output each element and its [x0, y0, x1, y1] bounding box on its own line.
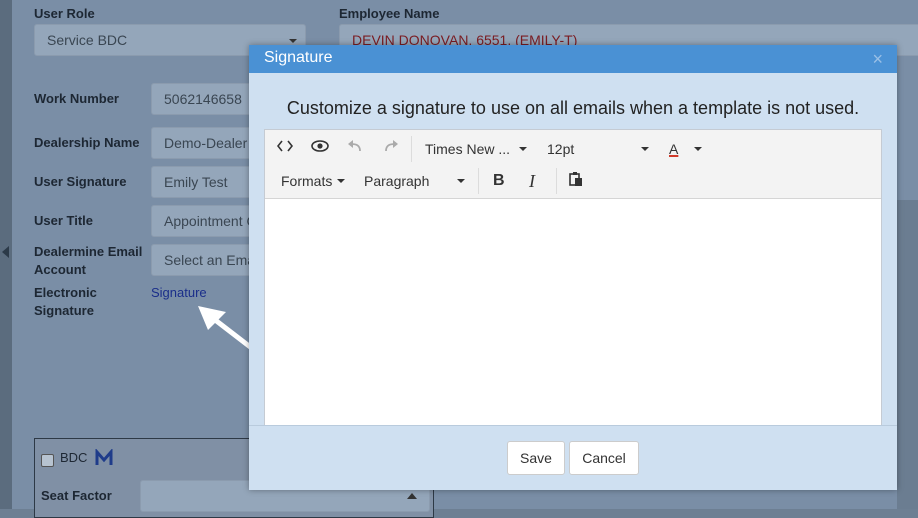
toolbar-separator: [478, 168, 479, 194]
editor-toolbar: Times New ... 12pt A Formats Paragraph B: [265, 130, 881, 199]
dealership-name-label: Dealership Name: [34, 135, 140, 150]
modal-footer-divider: [249, 425, 897, 426]
save-button[interactable]: Save: [507, 441, 565, 475]
user-title-input[interactable]: Appointment C: [151, 205, 261, 237]
paste-icon[interactable]: [566, 171, 586, 193]
user-signature-label: User Signature: [34, 174, 127, 189]
work-number-input[interactable]: 5062146658: [151, 83, 261, 115]
user-signature-value: Emily Test: [164, 174, 228, 190]
rich-text-editor: Times New ... 12pt A Formats Paragraph B: [264, 129, 882, 426]
bdc-checkbox[interactable]: [41, 454, 54, 467]
undo-icon[interactable]: [345, 139, 365, 159]
user-title-label: User Title: [34, 213, 94, 228]
left-collapse-strip[interactable]: [0, 0, 12, 509]
modal-title: Signature: [264, 49, 333, 66]
right-background-panel: [897, 200, 918, 509]
italic-label: I: [529, 171, 535, 191]
modal-message: Customize a signature to use on all emai…: [286, 98, 860, 118]
font-size-value: 12pt: [547, 141, 575, 157]
formats-label: Formats: [281, 173, 333, 189]
signature-link[interactable]: Signature: [151, 285, 207, 300]
work-number-value: 5062146658: [164, 91, 242, 107]
email-account-select[interactable]: Select an Ema: [151, 244, 261, 276]
cancel-button[interactable]: Cancel: [569, 441, 639, 475]
email-account-label-line1: Dealermine Email: [34, 244, 143, 259]
redo-icon[interactable]: [381, 139, 401, 159]
font-family-select[interactable]: Times New ...: [425, 139, 510, 159]
close-icon[interactable]: ×: [872, 49, 883, 69]
user-role-label: User Role: [34, 6, 95, 21]
signature-modal: Signature × Customize a signature to use…: [249, 45, 897, 490]
user-title-value: Appointment C: [164, 213, 257, 229]
formats-menu[interactable]: Formats: [281, 171, 332, 191]
chevron-down-icon: [641, 147, 649, 151]
bold-label: B: [493, 172, 505, 189]
text-color-button[interactable]: A: [669, 139, 678, 159]
chevron-down-icon: [519, 147, 527, 151]
user-signature-input[interactable]: Emily Test: [151, 166, 261, 198]
dealership-name-value: Demo-Dealer: [164, 135, 248, 151]
bold-button[interactable]: B: [493, 171, 505, 191]
code-icon[interactable]: [275, 139, 295, 159]
user-role-value: Service BDC: [47, 32, 128, 48]
editor-content-area[interactable]: [265, 199, 881, 425]
left-arrow-icon[interactable]: [2, 246, 9, 258]
font-size-select[interactable]: 12pt: [547, 139, 574, 159]
bdc-label: BDC: [60, 450, 88, 465]
block-format-value: Paragraph: [364, 173, 430, 189]
chevron-down-icon: [337, 179, 345, 183]
electronic-signature-label-line1: Electronic: [34, 285, 97, 300]
preview-eye-icon[interactable]: [309, 139, 331, 159]
toolbar-separator: [411, 136, 412, 162]
chevron-up-icon: [407, 493, 417, 499]
dealership-name-input[interactable]: Demo-Dealer: [151, 127, 261, 159]
modal-header: Signature ×: [249, 45, 897, 73]
m-logo-icon: [95, 449, 113, 465]
toolbar-separator: [556, 168, 557, 194]
seat-factor-label: Seat Factor: [41, 488, 112, 503]
chevron-down-icon: [457, 179, 465, 183]
italic-button[interactable]: I: [529, 171, 535, 191]
employee-name-label: Employee Name: [339, 6, 440, 21]
electronic-signature-label-line2: Signature: [34, 303, 94, 318]
email-account-label-line2: Account: [34, 262, 86, 277]
font-family-value: Times New ...: [425, 141, 511, 157]
block-format-select[interactable]: Paragraph: [364, 171, 429, 191]
work-number-label: Work Number: [34, 91, 119, 106]
email-account-value: Select an Ema: [164, 252, 256, 268]
text-color-letter: A: [669, 141, 679, 157]
chevron-down-icon: [694, 147, 702, 151]
chevron-down-icon: [289, 39, 297, 43]
